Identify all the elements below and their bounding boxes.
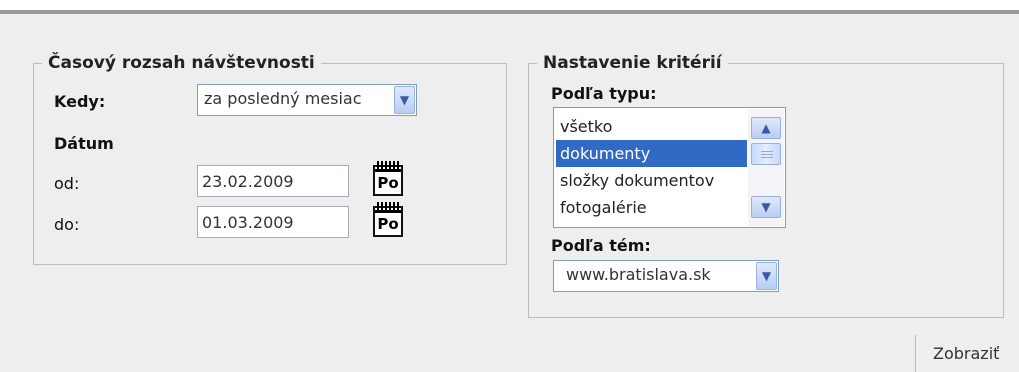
date-label: Dátum <box>54 134 114 153</box>
topic-dropdown-button[interactable]: ▼ <box>756 262 777 290</box>
chevron-down-icon: ▼ <box>761 269 772 283</box>
action-divider <box>915 335 916 372</box>
when-dropdown-button[interactable]: ▼ <box>394 86 415 114</box>
calendar-day-text: Po <box>377 174 399 192</box>
calendar-bar <box>375 169 401 172</box>
type-option-documents[interactable]: dokumenty <box>556 140 747 167</box>
calendar-day-text: Po <box>377 215 399 233</box>
criteria-legend: Nastavenie kritérií <box>543 53 722 73</box>
from-calendar-icon[interactable]: Po <box>373 161 403 196</box>
from-date-input[interactable] <box>197 165 349 197</box>
topic-select-value: www.bratislava.sk <box>566 265 711 284</box>
chevron-down-icon: ▼ <box>399 93 410 107</box>
grip-line <box>761 154 773 155</box>
scroll-thumb[interactable] <box>751 143 781 165</box>
scroll-up-button[interactable]: ▲ <box>751 117 781 139</box>
to-date-input[interactable] <box>197 206 349 238</box>
time-range-legend: Časový rozsah návštevnosti <box>48 53 315 73</box>
type-option-document-folders[interactable]: složky dokumentov <box>556 167 747 194</box>
when-label: Kedy: <box>54 92 106 111</box>
grip-line <box>761 157 773 158</box>
listbox-scrollbar[interactable]: ▲ ▼ <box>748 109 784 226</box>
grip-line <box>761 151 773 152</box>
top-divider <box>0 10 1019 14</box>
calendar-bar <box>375 210 401 213</box>
chevron-up-icon: ▲ <box>761 121 771 135</box>
to-label: do: <box>54 215 80 234</box>
when-select[interactable]: za posledný mesiac ▼ <box>197 84 417 116</box>
type-option-all[interactable]: všetko <box>556 113 747 140</box>
scroll-down-button[interactable]: ▼ <box>751 196 781 218</box>
calendar-rings <box>377 161 399 169</box>
by-topic-label: Podľa tém: <box>551 236 651 255</box>
when-select-value: za posledný mesiac <box>204 89 362 108</box>
calendar-rings <box>377 202 399 210</box>
topic-select[interactable]: www.bratislava.sk ▼ <box>553 260 779 292</box>
show-button[interactable]: Zobraziť <box>933 344 999 363</box>
from-label: od: <box>54 174 80 193</box>
by-type-label: Podľa typu: <box>551 84 657 103</box>
chevron-down-icon: ▼ <box>761 200 771 214</box>
to-calendar-icon[interactable]: Po <box>373 202 403 237</box>
type-option-photo-galleries[interactable]: fotogalérie <box>556 194 747 221</box>
type-listbox[interactable]: všetko dokumenty složky dokumentov fotog… <box>553 107 786 228</box>
